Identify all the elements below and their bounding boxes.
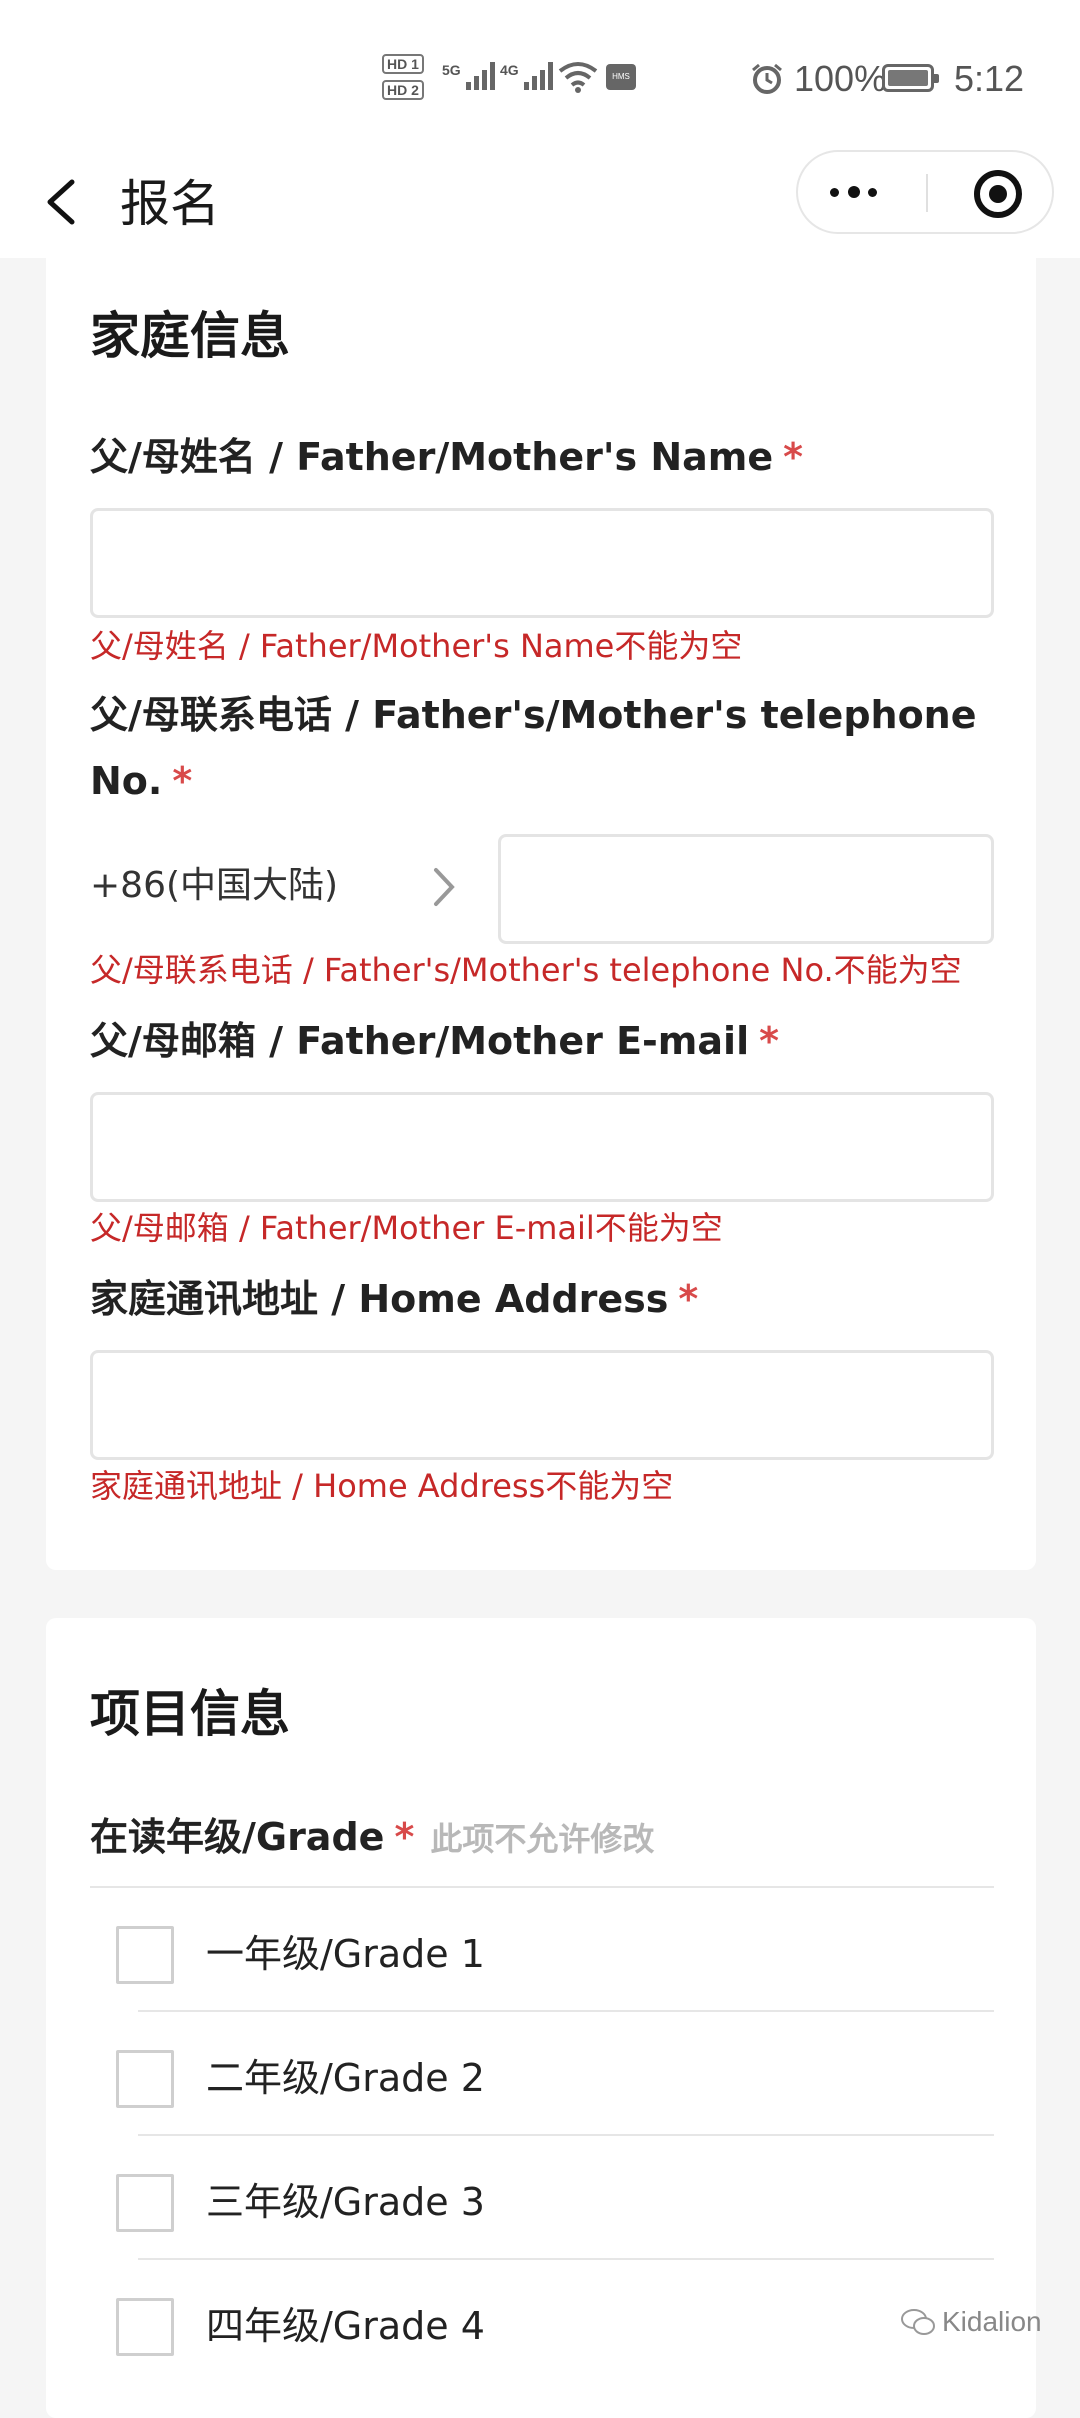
watermark: Kidalion	[900, 2306, 1042, 2338]
grade-3-checkbox[interactable]	[116, 2174, 174, 2232]
required-mark: *	[172, 759, 193, 803]
grade-label: 在读年级/Grade * 此项不允许修改	[90, 1815, 655, 1859]
net2-label: 4G	[500, 62, 519, 78]
parent-phone-input[interactable]	[498, 834, 994, 944]
grade-2-label[interactable]: 二年级/Grade 2	[206, 2048, 485, 2108]
parent-phone-label: 父/母联系电话 / Father's/Mother's telephone No…	[90, 693, 977, 803]
watermark-text: Kidalion	[942, 2306, 1042, 2337]
family-info-card: 家庭信息 父/母姓名 / Father/Mother's Name * 父/母姓名…	[46, 256, 1036, 1570]
nav-bar: 报名	[0, 150, 1080, 258]
readonly-note: 此项不允许修改	[430, 1820, 655, 1858]
clock: 5:12	[954, 58, 1025, 99]
row-divider	[138, 2134, 994, 2136]
parent-email-error: 父/母邮箱 / Father/Mother E-mail不能为空	[90, 1209, 723, 1247]
page-title: 报名	[120, 175, 220, 233]
grade-4-label[interactable]: 四年级/Grade 4	[206, 2296, 485, 2356]
required-mark: *	[783, 435, 804, 479]
alarm-icon	[752, 63, 782, 94]
parent-name-label: 父/母姓名 / Father/Mother's Name *	[90, 435, 804, 479]
grade-divider	[90, 1886, 994, 1888]
row-divider	[138, 2010, 994, 2012]
back-arrow-icon[interactable]	[38, 170, 88, 234]
required-mark: *	[394, 1815, 415, 1859]
battery-percentage: 100%	[794, 58, 887, 99]
country-code-selector[interactable]: +86(中国大陆)	[90, 856, 338, 916]
home-address-input[interactable]	[90, 1350, 994, 1460]
grade-3-label[interactable]: 三年级/Grade 3	[206, 2172, 485, 2232]
hms-icon: HMS	[606, 64, 636, 90]
grade-1-label[interactable]: 一年级/Grade 1	[206, 1924, 485, 1984]
grade-2-checkbox[interactable]	[116, 2050, 174, 2108]
required-mark: *	[678, 1277, 699, 1321]
project-info-card: 项目信息 在读年级/Grade * 此项不允许修改 一年级/Grade 1 二年级/…	[46, 1618, 1036, 2418]
net1-label: 5G	[442, 62, 461, 78]
wifi-icon	[558, 62, 598, 93]
parent-email-input[interactable]	[90, 1092, 994, 1202]
status-bar: HD 1 HD 2 5G 4G HMS 100% 5:12	[0, 0, 1080, 150]
row-divider	[138, 2258, 994, 2260]
signal-4g-icon: 4G	[500, 62, 553, 90]
parent-name-error: 父/母姓名 / Father/Mother's Name不能为空	[90, 627, 743, 665]
grade-1-checkbox[interactable]	[116, 1926, 174, 1984]
mini-program-capsule	[796, 150, 1054, 234]
grade-4-checkbox[interactable]	[116, 2298, 174, 2356]
wechat-icon	[901, 2309, 935, 2335]
parent-email-label: 父/母邮箱 / Father/Mother E-mail *	[90, 1019, 779, 1063]
chevron-right-icon[interactable]	[426, 862, 462, 912]
signal-5g-icon: 5G	[442, 62, 495, 90]
hd-indicator: HD 1 HD 2	[382, 54, 424, 100]
battery-icon	[882, 64, 939, 92]
required-mark: *	[759, 1019, 779, 1063]
section-title-project: 项目信息	[90, 1685, 290, 1743]
parent-phone-error: 父/母联系电话 / Father's/Mother's telephone No…	[90, 951, 962, 989]
hd2-badge: HD 2	[382, 80, 424, 100]
more-menu-button[interactable]	[798, 152, 926, 232]
hd1-badge: HD 1	[382, 54, 424, 74]
close-mini-program-button[interactable]	[928, 152, 1054, 232]
home-address-label: 家庭通讯地址 / Home Address *	[90, 1277, 699, 1321]
home-address-error: 家庭通讯地址 / Home Address不能为空	[90, 1467, 674, 1505]
section-title-family: 家庭信息	[90, 307, 290, 365]
parent-name-input[interactable]	[90, 508, 994, 618]
